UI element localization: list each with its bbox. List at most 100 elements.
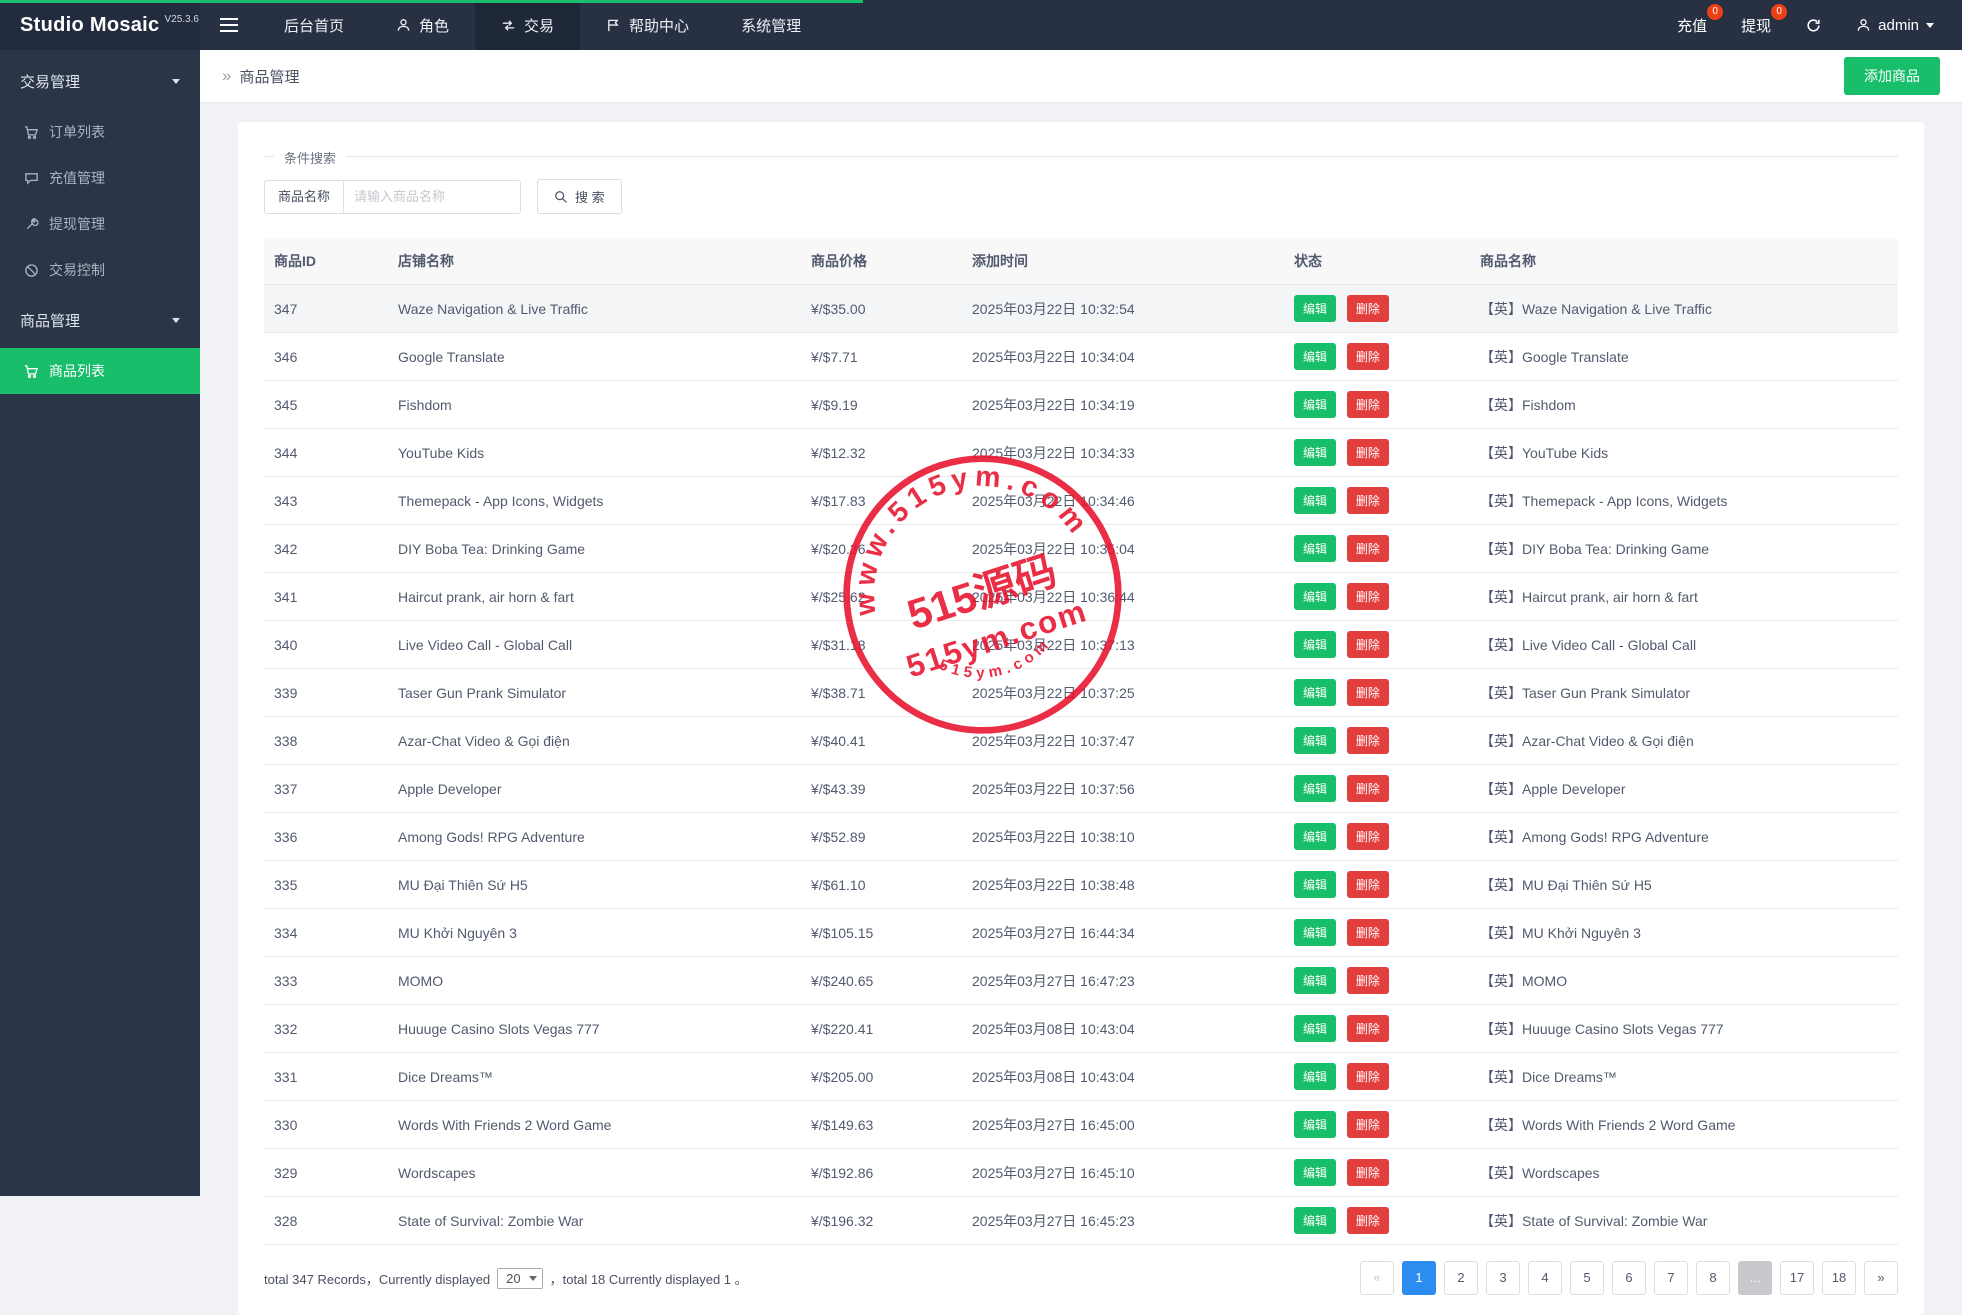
page-ellipsis[interactable]: ...: [1738, 1261, 1772, 1295]
edit-button[interactable]: 编辑: [1294, 1207, 1337, 1234]
cell-product-id: 343: [264, 476, 388, 525]
delete-button[interactable]: 删除: [1346, 775, 1389, 802]
delete-button[interactable]: 删除: [1346, 535, 1389, 562]
sidebar-item-withdraw[interactable]: 提现管理: [0, 201, 200, 247]
page-button-17[interactable]: 17: [1780, 1261, 1814, 1295]
edit-button[interactable]: 编辑: [1294, 295, 1337, 322]
cell-product-id: 333: [264, 956, 388, 1005]
search-button[interactable]: 搜 索: [537, 179, 622, 214]
page-button-18[interactable]: 18: [1822, 1261, 1856, 1295]
page-button-6[interactable]: 6: [1612, 1261, 1646, 1295]
delete-button[interactable]: 删除: [1346, 1159, 1389, 1186]
cell-status: 编辑 删除: [1284, 620, 1470, 669]
delete-button[interactable]: 删除: [1346, 487, 1389, 514]
cell-product-id: 329: [264, 1148, 388, 1197]
edit-button[interactable]: 编辑: [1294, 535, 1337, 562]
recharge-badge: 0: [1707, 3, 1724, 20]
edit-button[interactable]: 编辑: [1294, 823, 1337, 850]
refresh-icon[interactable]: [1805, 17, 1822, 34]
cell-shop-name: MU Đại Thiên Sứ H5: [388, 860, 801, 909]
recharge-link[interactable]: 充值 0: [1677, 3, 1724, 36]
sidebar-toggle-icon[interactable]: [200, 0, 258, 50]
cell-status: 编辑 删除: [1284, 1052, 1470, 1101]
delete-button[interactable]: 删除: [1346, 1063, 1389, 1090]
delete-button[interactable]: 删除: [1346, 679, 1389, 706]
header-shop-name: 店铺名称: [388, 238, 801, 285]
edit-button[interactable]: 编辑: [1294, 631, 1337, 658]
edit-button[interactable]: 编辑: [1294, 919, 1337, 946]
page-button-4[interactable]: 4: [1528, 1261, 1562, 1295]
edit-button[interactable]: 编辑: [1294, 871, 1337, 898]
edit-button[interactable]: 编辑: [1294, 439, 1337, 466]
delete-button[interactable]: 删除: [1346, 727, 1389, 754]
delete-button[interactable]: 删除: [1346, 871, 1389, 898]
cell-shop-name: Wordscapes: [388, 1148, 801, 1197]
edit-button[interactable]: 编辑: [1294, 1015, 1337, 1042]
delete-button[interactable]: 删除: [1346, 295, 1389, 322]
edit-button[interactable]: 编辑: [1294, 727, 1337, 754]
page-next-button[interactable]: »: [1864, 1261, 1898, 1295]
main-content: » 商品管理 添加商品 条件搜索 商品名称 搜 索: [200, 50, 1962, 1315]
delete-button[interactable]: 删除: [1346, 439, 1389, 466]
page-button-7[interactable]: 7: [1654, 1261, 1688, 1295]
product-name-input[interactable]: [343, 179, 522, 214]
page-button-5[interactable]: 5: [1570, 1261, 1604, 1295]
cell-product-id: 332: [264, 1004, 388, 1053]
cell-price: ¥/$105.15: [801, 908, 962, 957]
cell-product-name: 【英】Live Video Call - Global Call: [1470, 620, 1898, 669]
edit-button[interactable]: 编辑: [1294, 487, 1337, 514]
sidebar-section-trade[interactable]: 交易管理: [0, 54, 200, 109]
delete-button[interactable]: 删除: [1346, 631, 1389, 658]
edit-button[interactable]: 编辑: [1294, 967, 1337, 994]
page-prev-button[interactable]: «: [1360, 1261, 1394, 1295]
delete-button[interactable]: 删除: [1346, 919, 1389, 946]
cell-product-id: 331: [264, 1052, 388, 1101]
cell-added-time: 2025年03月22日 10:37:56: [962, 764, 1284, 813]
cell-product-name: 【英】MU Đại Thiên Sứ H5: [1470, 860, 1898, 909]
delete-button[interactable]: 删除: [1346, 967, 1389, 994]
delete-button[interactable]: 删除: [1346, 583, 1389, 610]
sidebar: 交易管理 订单列表 充值管理 提现管理 交易控制 商品管理 商品列表: [0, 50, 200, 1196]
top-menu-system[interactable]: 系统管理: [715, 0, 827, 50]
page-button-1[interactable]: 1: [1402, 1261, 1436, 1295]
cell-price: ¥/$240.65: [801, 956, 962, 1005]
search-row: 商品名称 搜 索: [264, 179, 1898, 214]
cell-shop-name: YouTube Kids: [388, 428, 801, 477]
sidebar-item-goods-list[interactable]: 商品列表: [0, 348, 200, 394]
page-button-3[interactable]: 3: [1486, 1261, 1520, 1295]
top-menu-trade[interactable]: 交易: [475, 0, 581, 50]
top-menu-home[interactable]: 后台首页: [258, 0, 370, 50]
edit-button[interactable]: 编辑: [1294, 583, 1337, 610]
edit-button[interactable]: 编辑: [1294, 775, 1337, 802]
edit-button[interactable]: 编辑: [1294, 679, 1337, 706]
edit-button[interactable]: 编辑: [1294, 1159, 1337, 1186]
sidebar-item-orders[interactable]: 订单列表: [0, 109, 200, 155]
edit-button[interactable]: 编辑: [1294, 343, 1337, 370]
delete-button[interactable]: 删除: [1346, 1015, 1389, 1042]
top-menu-help[interactable]: 帮助中心: [580, 0, 715, 50]
cell-status: 编辑 删除: [1284, 860, 1470, 909]
cell-added-time: 2025年03月22日 10:38:10: [962, 812, 1284, 861]
top-menu-roles[interactable]: 角色: [370, 0, 475, 50]
delete-button[interactable]: 删除: [1346, 343, 1389, 370]
delete-button[interactable]: 删除: [1346, 1207, 1389, 1234]
user-menu[interactable]: admin: [1856, 17, 1934, 34]
edit-button[interactable]: 编辑: [1294, 1111, 1337, 1138]
sidebar-item-control[interactable]: 交易控制: [0, 247, 200, 293]
add-product-button[interactable]: 添加商品: [1844, 57, 1940, 95]
sidebar-item-recharge[interactable]: 充值管理: [0, 155, 200, 201]
delete-button[interactable]: 删除: [1346, 391, 1389, 418]
withdraw-link[interactable]: 提现 0: [1741, 3, 1788, 36]
delete-button[interactable]: 删除: [1346, 823, 1389, 850]
page-size-select[interactable]: 20: [497, 1267, 543, 1289]
page-button-8[interactable]: 8: [1696, 1261, 1730, 1295]
cell-product-id: 335: [264, 860, 388, 909]
delete-button[interactable]: 删除: [1346, 1111, 1389, 1138]
cell-shop-name: Apple Developer: [388, 764, 801, 813]
page-button-2[interactable]: 2: [1444, 1261, 1478, 1295]
edit-button[interactable]: 编辑: [1294, 1063, 1337, 1090]
edit-button[interactable]: 编辑: [1294, 391, 1337, 418]
cell-product-name: 【英】Google Translate: [1470, 332, 1898, 381]
sidebar-section-goods[interactable]: 商品管理: [0, 293, 200, 348]
app-root: Studio Mosaic V25.3.6 后台首页 角色 交易 帮助中心 系统…: [0, 0, 1962, 1315]
